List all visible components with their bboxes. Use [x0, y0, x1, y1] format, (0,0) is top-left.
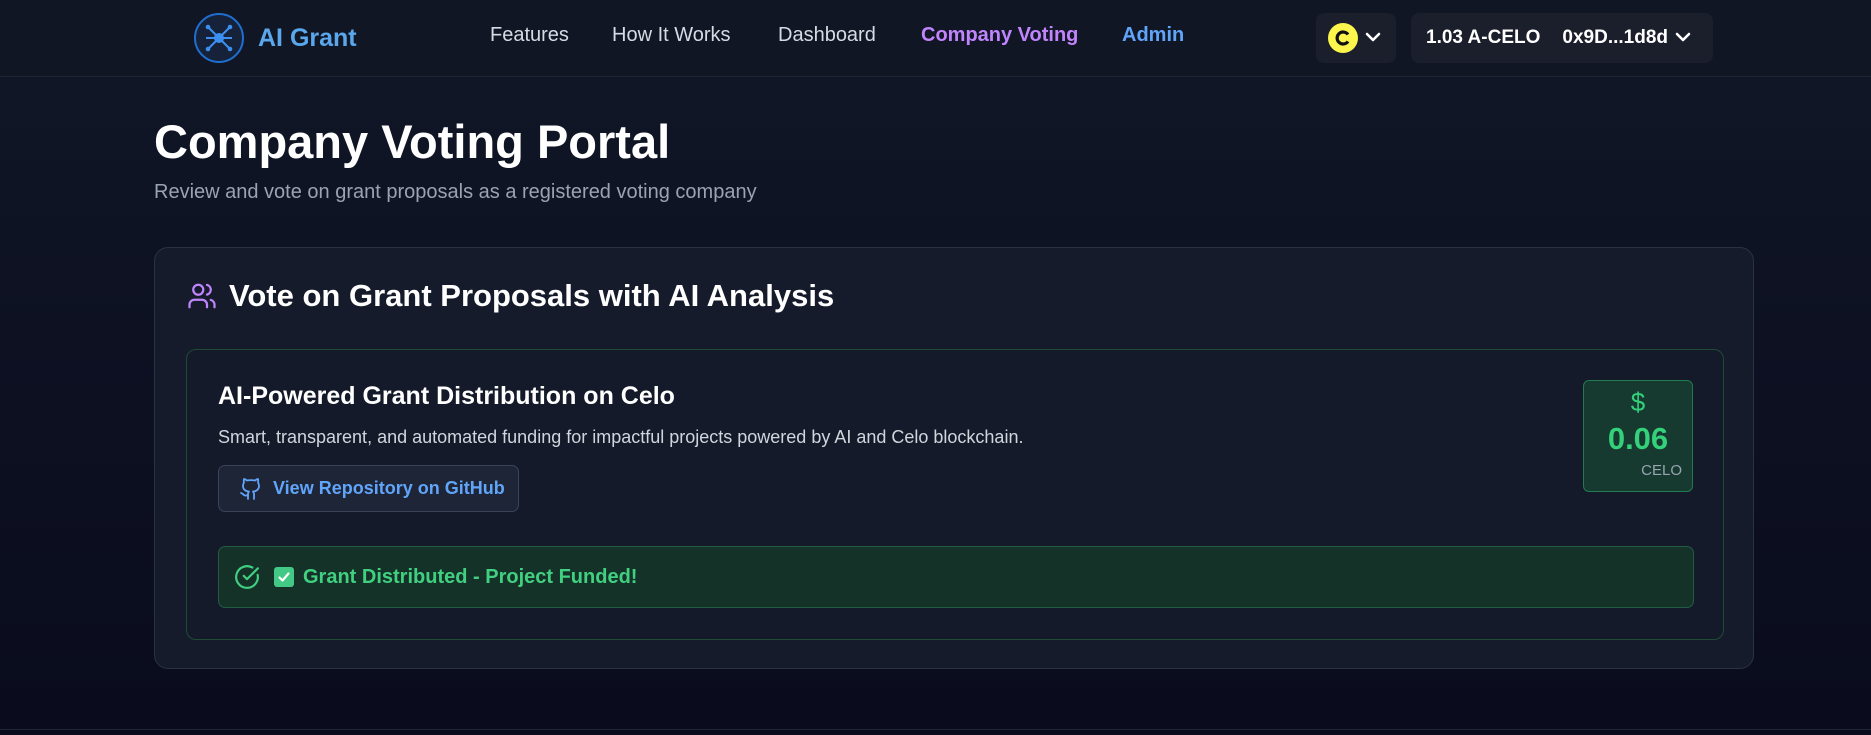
celo-coin-icon [1328, 23, 1358, 53]
logo[interactable]: AI Grant [194, 13, 357, 63]
navbar: AI Grant Features How It Works Dashboard… [0, 0, 1871, 77]
view-repository-label: View Repository on GitHub [273, 478, 505, 498]
page-subtitle: Review and vote on grant proposals as a … [154, 181, 757, 203]
grant-amount-box: $ 0.06 CELO [1583, 380, 1693, 492]
chevron-down-icon [1675, 29, 1691, 47]
proposal-item: AI-Powered Grant Distribution on Celo Sm… [186, 349, 1724, 640]
grant-amount-unit: CELO [1641, 462, 1682, 479]
footer-divider [0, 729, 1871, 730]
brand-name: AI Grant [258, 23, 357, 52]
nav-link-admin[interactable]: Admin [1122, 24, 1184, 47]
grant-amount-value: 0.06 [1607, 421, 1669, 456]
github-icon [240, 477, 260, 500]
status-banner: Grant Distributed - Project Funded! [218, 546, 1694, 608]
proposal-title: AI-Powered Grant Distribution on Celo [218, 382, 675, 410]
status-text: Grant Distributed - Project Funded! [303, 565, 638, 588]
view-repository-button[interactable]: View Repository on GitHub [218, 465, 519, 512]
card-heading: Vote on Grant Proposals with AI Analysis [187, 278, 834, 314]
page-title: Company Voting Portal [154, 115, 671, 168]
check-circle-icon [235, 565, 259, 589]
nav-link-dashboard[interactable]: Dashboard [778, 24, 876, 47]
nav-link-company-voting[interactable]: Company Voting [921, 24, 1078, 47]
chevron-down-icon [1365, 29, 1381, 47]
dollar-icon: $ [1630, 387, 1646, 417]
wallet-balance: 1.03 A-CELO [1426, 27, 1541, 48]
network-selector-button[interactable] [1316, 13, 1396, 63]
check-box-icon [274, 567, 294, 587]
network-icon [194, 13, 244, 63]
proposal-description: Smart, transparent, and automated fundin… [218, 427, 1024, 447]
card-title: Vote on Grant Proposals with AI Analysis [229, 278, 835, 313]
wallet-address: 0x9D...1d8d [1562, 27, 1668, 48]
users-icon [188, 283, 216, 309]
nav-link-features[interactable]: Features [490, 24, 569, 47]
nav-link-how-it-works[interactable]: How It Works [612, 24, 731, 47]
account-button[interactable]: 1.03 A-CELO 0x9D...1d8d [1411, 13, 1713, 63]
voting-card: Vote on Grant Proposals with AI Analysis… [154, 247, 1754, 669]
